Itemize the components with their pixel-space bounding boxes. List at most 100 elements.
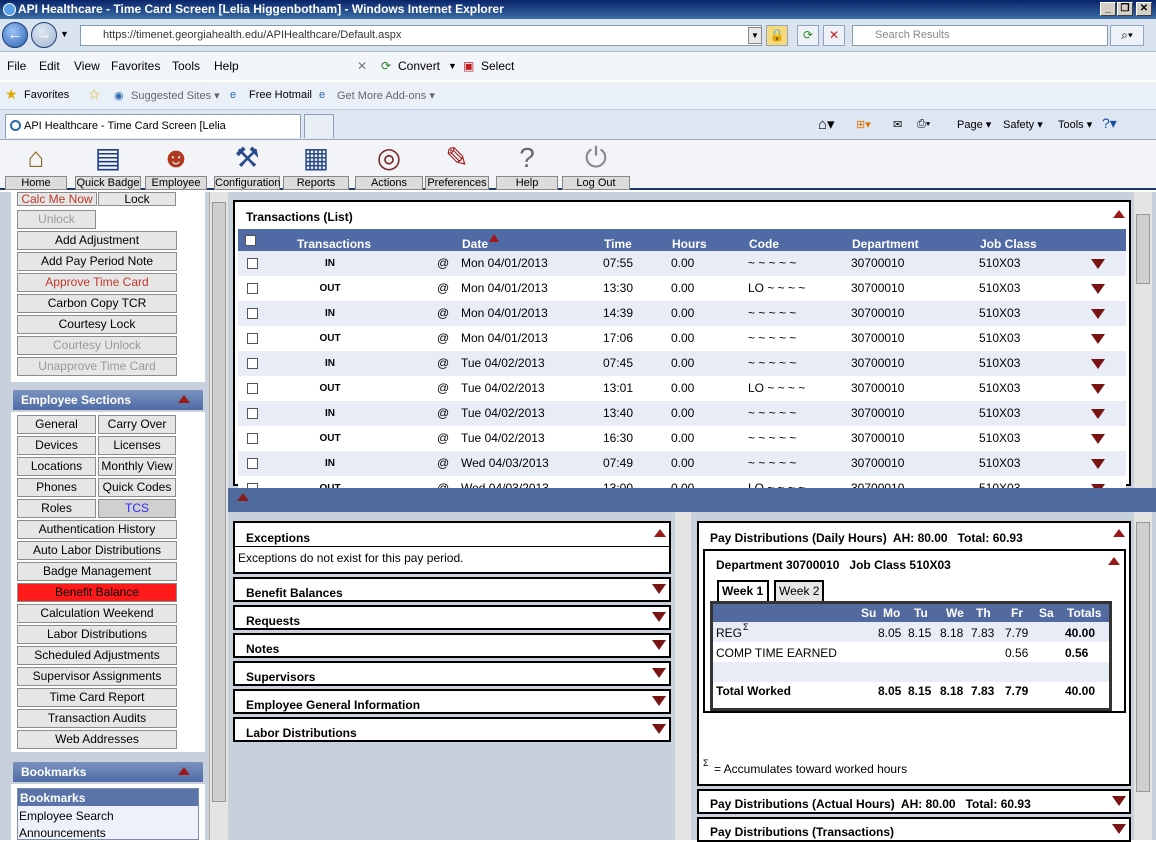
preferences-toolbar-button[interactable]: Preferences: [425, 176, 489, 190]
section-calculation-weekend-button[interactable]: Calculation Weekend: [17, 604, 177, 623]
section-scheduled-adjustments-button[interactable]: Scheduled Adjustments: [17, 646, 177, 665]
row-expand-icon[interactable]: [1091, 459, 1105, 469]
lock-button[interactable]: Lock: [98, 192, 176, 206]
section-tcs-button[interactable]: TCS: [98, 499, 176, 518]
help-icon[interactable]: ?▾: [1102, 115, 1117, 132]
configuration-toolbar-button[interactable]: Configuration: [214, 176, 280, 190]
sort-ascending-icon[interactable]: [489, 234, 499, 242]
transaction-row[interactable]: IN @ Tue 04/02/2013 13:40 0.00 ~ ~ ~ ~ ~ 30700…: [238, 401, 1126, 426]
expand-benefit-balances-icon[interactable]: [652, 584, 666, 594]
menu-help[interactable]: Help: [214, 59, 239, 73]
menu-view[interactable]: View: [74, 59, 100, 73]
transaction-row[interactable]: IN @ Mon 04/01/2013 07:55 0.00 ~ ~ ~ ~ ~ 30700…: [238, 251, 1126, 276]
page-menu[interactable]: Page ▾: [957, 118, 991, 131]
expand-employee-general-information-icon[interactable]: [652, 696, 666, 706]
carbon-copy-tcr-button[interactable]: Carbon Copy TCR: [17, 294, 177, 313]
transaction-row[interactable]: IN @ Tue 04/02/2013 07:45 0.00 ~ ~ ~ ~ ~ 30700…: [238, 351, 1126, 376]
transactions-scrollbar-thumb[interactable]: [1136, 214, 1150, 284]
bookmark-announcements[interactable]: Announcements: [19, 826, 106, 839]
menu-tools[interactable]: Tools: [172, 59, 200, 73]
search-icon[interactable]: ⌕▾: [1110, 25, 1144, 46]
employee-toolbar-button[interactable]: Employee: [145, 176, 207, 190]
lower-right-scrollbar-thumb[interactable]: [1136, 522, 1150, 792]
transaction-row[interactable]: OUT @ Tue 04/02/2013 13:01 0.00 LO ~ ~ ~ ~ 307…: [238, 376, 1126, 401]
history-dropdown-icon[interactable]: ▼: [60, 29, 69, 39]
transaction-row[interactable]: OUT @ Tue 04/02/2013 16:30 0.00 ~ ~ ~ ~ ~ 3070…: [238, 426, 1126, 451]
restore-button[interactable]: ❐: [1117, 2, 1133, 16]
free-hotmail-link[interactable]: Free Hotmail: [249, 89, 312, 101]
mail-icon[interactable]: ✉: [893, 118, 902, 131]
section-auto-labor-distributions-button[interactable]: Auto Labor Distributions: [17, 541, 177, 560]
transaction-row[interactable]: IN @ Mon 04/01/2013 14:39 0.00 ~ ~ ~ ~ ~ 30700…: [238, 301, 1126, 326]
section-phones-button[interactable]: Phones: [17, 478, 96, 497]
section-badge-management-button[interactable]: Badge Management: [17, 562, 177, 581]
expand-labor-distributions-icon[interactable]: [652, 724, 666, 734]
splitter-bar[interactable]: [228, 488, 1156, 512]
collapse-department-icon[interactable]: [1108, 557, 1120, 565]
address-input[interactable]: https://timenet.georgiahealth.edu/APIHea…: [80, 25, 762, 46]
section-benefit-balance-button[interactable]: Benefit Balance: [17, 583, 177, 602]
column-header-time[interactable]: Time: [604, 237, 632, 251]
log-out-toolbar-button[interactable]: Log Out: [562, 176, 630, 190]
collapse-exceptions-icon[interactable]: [654, 529, 666, 537]
section-carry-over-button[interactable]: Carry Over: [98, 415, 176, 434]
expand-requests-icon[interactable]: [652, 612, 666, 622]
left-scrollbar-thumb[interactable]: [212, 202, 226, 802]
section-monthly-view-button[interactable]: Monthly View: [98, 457, 176, 476]
favorites-button[interactable]: Favorites: [24, 89, 69, 101]
column-header-hours[interactable]: Hours: [672, 237, 707, 251]
add-favorite-icon[interactable]: ☆: [88, 86, 101, 103]
home-toolbar-button[interactable]: Home: [5, 176, 67, 190]
transaction-row[interactable]: OUT @ Mon 04/01/2013 13:30 0.00 LO ~ ~ ~ ~ 307…: [238, 276, 1126, 301]
reports-toolbar-button[interactable]: Reports: [283, 176, 349, 190]
select-button[interactable]: Select: [481, 59, 514, 73]
row-checkbox[interactable]: [247, 383, 258, 394]
minimize-button[interactable]: _: [1100, 2, 1116, 16]
search-input[interactable]: Search Results: [852, 25, 1108, 46]
address-dropdown-icon[interactable]: ▼: [748, 27, 762, 44]
row-checkbox[interactable]: [247, 333, 258, 344]
menu-favorites[interactable]: Favorites: [111, 59, 160, 73]
column-header-code[interactable]: Code: [749, 237, 779, 251]
row-checkbox[interactable]: [247, 433, 258, 444]
row-checkbox[interactable]: [247, 283, 258, 294]
forward-arrow-icon[interactable]: →: [31, 22, 57, 48]
section-labor-distributions-button[interactable]: Labor Distributions: [17, 625, 177, 644]
courtesy-unlock-button[interactable]: Courtesy Unlock: [17, 336, 177, 355]
section-quick-codes-button[interactable]: Quick Codes: [98, 478, 176, 497]
row-expand-icon[interactable]: [1091, 409, 1105, 419]
row-expand-icon[interactable]: [1091, 284, 1105, 294]
new-tab-button[interactable]: [304, 114, 334, 138]
row-expand-icon[interactable]: [1091, 334, 1105, 344]
section-devices-button[interactable]: Devices: [17, 436, 96, 455]
close-bar-icon[interactable]: ✕: [357, 59, 367, 73]
section-licenses-button[interactable]: Licenses: [98, 436, 176, 455]
week1-tab[interactable]: Week 1: [717, 580, 769, 602]
print-icon[interactable]: ⎙▾: [917, 118, 930, 131]
select-icon[interactable]: ▣: [463, 59, 474, 73]
select-all-checkbox[interactable]: [245, 235, 256, 246]
lock-icon[interactable]: 🔒: [766, 25, 788, 46]
expand-actual-icon[interactable]: [1112, 796, 1126, 806]
row-checkbox[interactable]: [247, 408, 258, 419]
transaction-row[interactable]: OUT @ Mon 04/01/2013 17:06 0.00 ~ ~ ~ ~ ~ 3070…: [238, 326, 1126, 351]
feeds-icon[interactable]: ⊞▾: [856, 118, 871, 131]
safety-menu[interactable]: Safety ▾: [1003, 118, 1043, 131]
home-icon[interactable]: ⌂▾: [818, 115, 835, 133]
unlock-button[interactable]: Unlock: [17, 210, 96, 229]
tools-menu[interactable]: Tools ▾: [1058, 118, 1092, 131]
menu-file[interactable]: File: [7, 59, 26, 73]
section-supervisor-assignments-button[interactable]: Supervisor Assignments: [17, 667, 177, 686]
section-transaction-audits-button[interactable]: Transaction Audits: [17, 709, 177, 728]
convert-icon[interactable]: ⟳: [381, 59, 391, 73]
row-checkbox[interactable]: [247, 308, 258, 319]
row-expand-icon[interactable]: [1091, 259, 1105, 269]
left-scrollbar[interactable]: [209, 192, 228, 840]
section-locations-button[interactable]: Locations: [17, 457, 96, 476]
lower-left-scrollbar[interactable]: [675, 512, 691, 840]
collapse-paydist-icon[interactable]: [1113, 529, 1125, 537]
help-toolbar-button[interactable]: Help: [496, 176, 558, 190]
collapse-sections-icon[interactable]: [178, 395, 190, 403]
row-expand-icon[interactable]: [1091, 309, 1105, 319]
convert-dropdown-icon[interactable]: ▼: [448, 61, 457, 71]
